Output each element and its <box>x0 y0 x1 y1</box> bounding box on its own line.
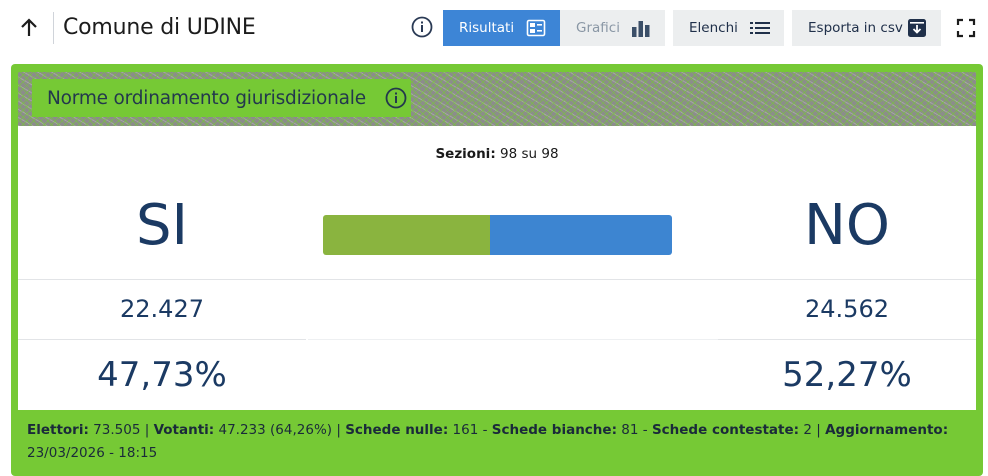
schede-contestate-value: 2 <box>803 422 812 438</box>
bar-chart-icon <box>632 21 650 37</box>
no-percent: 52,27% <box>782 355 912 395</box>
votanti-value: 47.233 (64,26%) <box>218 422 333 438</box>
info-icon[interactable] <box>385 87 407 109</box>
no-label: NO <box>804 193 890 258</box>
summary-footer: Elettori: 73.505 | Votanti: 47.233 (64,2… <box>27 422 949 461</box>
row-divider <box>18 279 976 280</box>
yes-votes: 22.427 <box>120 295 204 323</box>
download-box-icon <box>908 19 926 37</box>
yes-bar-segment <box>323 215 490 255</box>
grafici-label: Grafici <box>576 20 620 36</box>
info-button[interactable] <box>411 16 435 40</box>
row-divider <box>308 339 718 340</box>
info-icon <box>411 16 433 38</box>
schede-bianche-value: 81 <box>621 422 639 438</box>
elettori-label: Elettori: <box>27 422 89 438</box>
row-divider <box>18 339 306 340</box>
page-title: Comune di UDINE <box>63 15 256 40</box>
aggiornamento-label: Aggiornamento: <box>825 422 949 438</box>
question-label-box: Norme ordinamento giurisdizionale <box>32 79 411 117</box>
elettori-value: 73.505 <box>93 422 141 438</box>
header-bar: Comune di UDINE Risultati Grafici Elench… <box>0 0 988 56</box>
aggiornamento-value: 23/03/2026 - 18:15 <box>27 445 158 461</box>
dashboard-icon <box>526 19 546 37</box>
list-icon <box>750 22 770 34</box>
schede-nulle-label: Schede nulle: <box>345 422 449 438</box>
question-label: Norme ordinamento giurisdizionale <box>47 87 366 109</box>
question-banner: Norme ordinamento giurisdizionale <box>18 72 976 134</box>
sezioni-value: 98 su 98 <box>500 146 559 162</box>
yes-percent: 47,73% <box>97 355 227 395</box>
sezioni-info: Sezioni: 98 su 98 <box>18 146 976 162</box>
no-votes: 24.562 <box>805 295 889 323</box>
referendum-card: Norme ordinamento giurisdizionale Sezion… <box>11 64 983 476</box>
grafici-tab[interactable]: Grafici <box>560 10 665 46</box>
schede-nulle-value: 161 <box>452 422 479 438</box>
header-divider <box>53 12 54 44</box>
results-panel: Sezioni: 98 su 98 SI NO 22.427 24.562 47… <box>18 126 976 410</box>
elenchi-button[interactable]: Elenchi <box>673 10 784 46</box>
yes-label: SI <box>135 193 189 258</box>
row-divider <box>718 339 976 340</box>
fullscreen-button[interactable] <box>955 17 977 39</box>
risultati-label: Risultati <box>459 20 515 36</box>
arrow-up-icon <box>21 18 37 36</box>
esporta-csv-button[interactable]: Esporta in csv <box>792 10 941 46</box>
schede-contestate-label: Schede contestate: <box>651 422 800 438</box>
elenchi-label: Elenchi <box>689 20 738 36</box>
fullscreen-icon <box>956 18 976 38</box>
votanti-label: Votanti: <box>153 422 215 438</box>
no-bar-segment <box>489 215 672 255</box>
schede-bianche-label: Schede bianche: <box>491 422 617 438</box>
back-button[interactable] <box>14 14 44 42</box>
result-bar <box>323 215 672 255</box>
esporta-label: Esporta in csv <box>808 20 903 36</box>
risultati-tab[interactable]: Risultati <box>443 10 560 46</box>
sezioni-label: Sezioni: <box>435 146 496 162</box>
